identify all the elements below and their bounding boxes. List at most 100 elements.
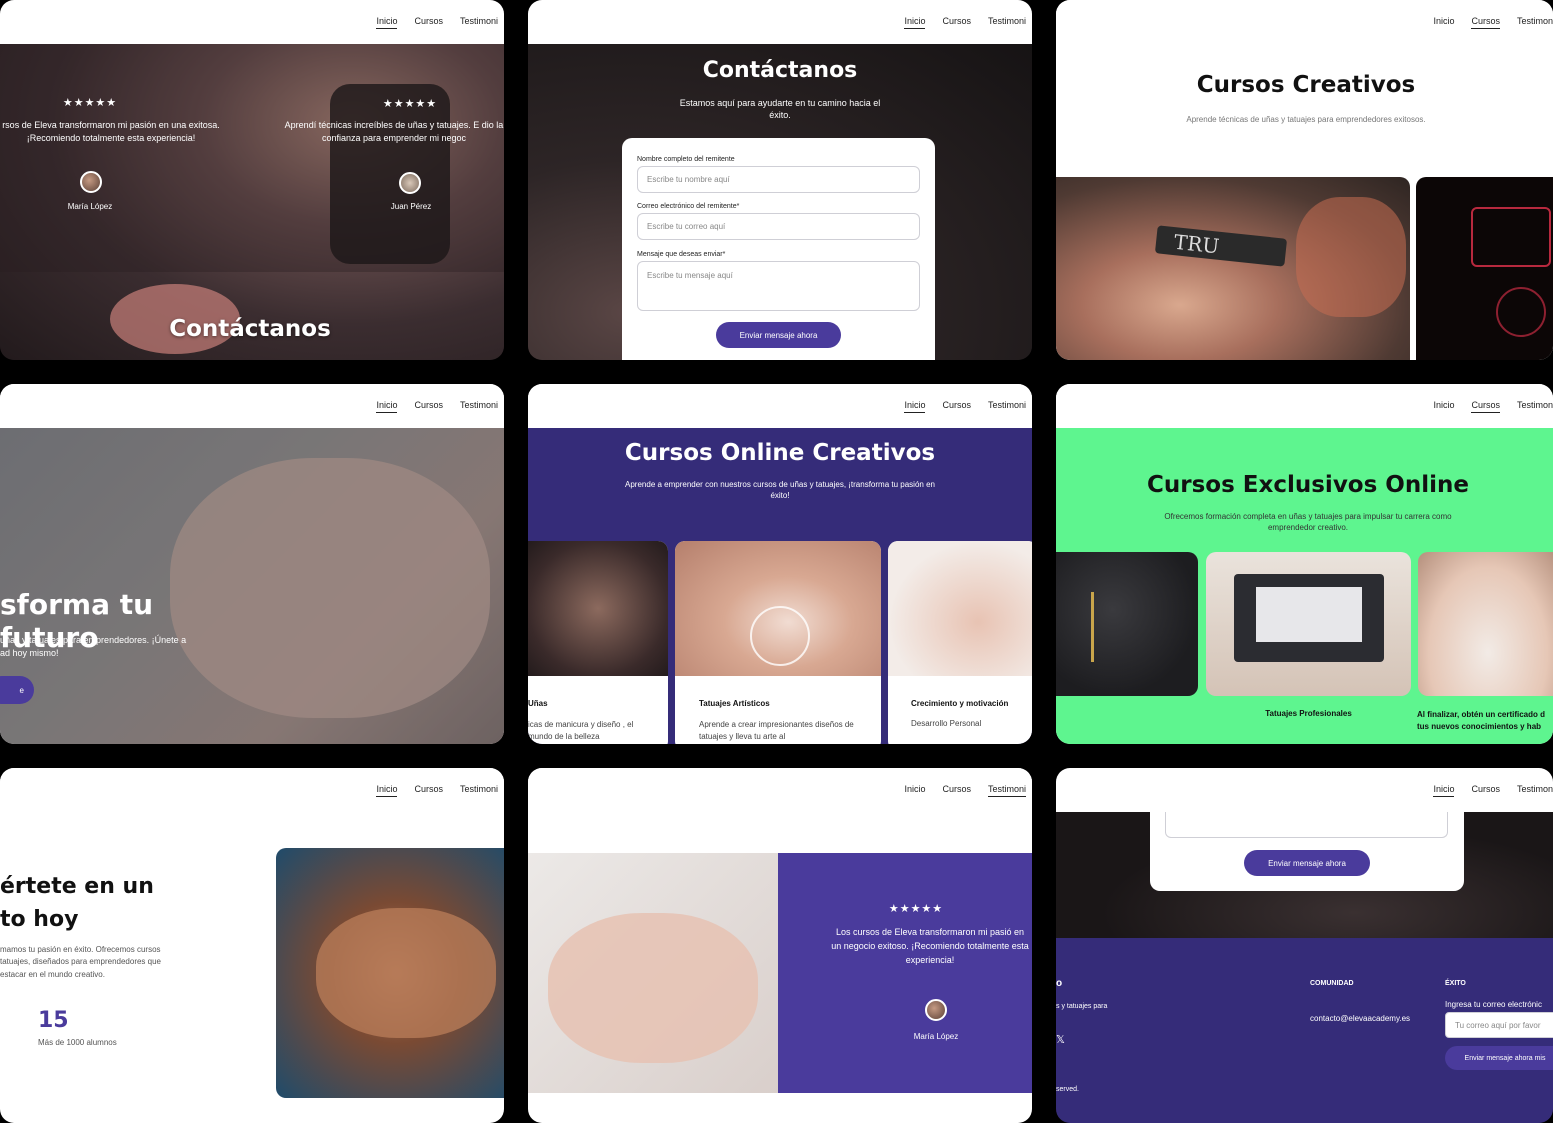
hero-subtitle: uñas y tatuajes para emprendedores. ¡Úne… [0, 635, 187, 659]
rating-stars-1: ★★★★★ [62, 97, 118, 109]
contact-form-card: Nombre completo del remitente Escribe tu… [622, 138, 935, 360]
message-field-label: Mensaje que deseas enviar* [637, 251, 726, 258]
panel-footer: Inicio Cursos Testimoni Enviar mensaje a… [1056, 768, 1553, 1123]
rating-stars: ★★★★★ [888, 903, 944, 915]
nav-testimonios[interactable]: Testimoni [460, 16, 498, 29]
nav-inicio[interactable]: Inicio [1433, 784, 1455, 797]
about-title-line2: to hoy [0, 907, 79, 932]
about-title-line1: értete en un [0, 874, 154, 899]
top-nav: Inicio Cursos Testimoni [1056, 384, 1553, 428]
footer-brand: o [1056, 978, 1063, 989]
footer-email-link[interactable]: contacto@elevaacademy.es [1310, 1014, 1410, 1023]
x-social-icon[interactable]: 𝕏 [1056, 1033, 1065, 1046]
nail-polish-photo [528, 541, 668, 676]
top-nav: Inicio Cursos Testimoni [0, 0, 504, 44]
course-card-unas[interactable]: Uñas icas de manicura y diseño , el mund… [528, 541, 668, 744]
section-title: Cursos Creativos [1196, 72, 1416, 98]
nav-inicio[interactable]: Inicio [376, 400, 398, 413]
nav-inicio[interactable]: Inicio [376, 16, 398, 29]
panel-cursos-exclusivos: Inicio Cursos Testimoni Cursos Exclusivo… [1056, 384, 1553, 744]
testimonial-name-1: María López [67, 202, 113, 211]
testimonial-name-2: Juan Pérez [390, 202, 432, 211]
nav-testimonios[interactable]: Testimoni [1517, 400, 1553, 413]
nav-testimonios[interactable]: Testimoni [988, 16, 1026, 29]
nav-inicio[interactable]: Inicio [1433, 16, 1454, 29]
nav-cursos[interactable]: Cursos [942, 784, 971, 797]
avatar-maria [80, 171, 102, 193]
submit-button[interactable]: Enviar mensaje ahora [716, 322, 841, 348]
nav-inicio[interactable]: Inicio [376, 784, 398, 797]
course-card-tatuajes[interactable]: Tatuajes Artísticos Aprende a crear impr… [675, 541, 881, 744]
section-title: Cursos Exclusivos Online [1147, 472, 1469, 498]
email-field-label: Correo electrónico del remitente* [637, 203, 740, 210]
hand-manicure-photo [888, 541, 1032, 676]
card-title: Uñas [528, 699, 548, 708]
nav-cursos[interactable]: Cursos [1471, 400, 1500, 413]
name-input[interactable]: Escribe tu nombre aquí [637, 166, 920, 193]
nav-inicio[interactable]: Inicio [1433, 400, 1454, 413]
nav-testimonios[interactable]: Testimoni [460, 784, 498, 797]
panel-testimonial-purple: Inicio Cursos Testimoni ★★★★★ Los cursos… [528, 768, 1032, 1123]
card-title-certificado: Al finalizar, obtén un certificado d tus… [1417, 710, 1546, 731]
nav-inicio[interactable]: Inicio [904, 400, 926, 413]
stat-label: Más de 1000 alumnos [38, 1038, 117, 1047]
footer-community-heading: COMUNIDAD [1310, 980, 1354, 987]
nav-inicio[interactable]: Inicio [904, 16, 926, 29]
nail-art-hands-photo [0, 428, 504, 744]
top-nav: Inicio Cursos Testimoni [0, 384, 504, 428]
nav-cursos[interactable]: Cursos [1471, 16, 1500, 29]
panel-cursos-creativos: Inicio Cursos Testimoni Cursos Creativos… [1056, 0, 1553, 360]
nav-cursos[interactable]: Cursos [414, 16, 443, 29]
nav-cursos[interactable]: Cursos [414, 784, 443, 797]
message-textarea[interactable] [1165, 812, 1448, 838]
card-description: Desarrollo Personal [911, 719, 982, 728]
barber-photo: TRU [1056, 177, 1410, 360]
nail-lamp-photo [1418, 552, 1553, 696]
section-title: Cursos Online Creativos [624, 440, 936, 466]
card-description: icas de manicura y diseño , el mundo de … [528, 720, 634, 741]
nav-testimonios[interactable]: Testimoni [987, 784, 1026, 797]
card-title: Crecimiento y motivación [911, 699, 1009, 708]
panel-hero-transforma: Inicio Cursos Testimoni sforma tu futuro… [0, 384, 504, 744]
email-input[interactable]: Escribe tu correo aquí [637, 213, 920, 240]
neon-sign-photo [1416, 177, 1553, 360]
manicured-hands-photo [276, 848, 504, 1098]
testimonial-bg [778, 853, 1032, 1093]
top-nav: Inicio Cursos Testimoni [528, 768, 1032, 812]
footer-rights: served. [1056, 1086, 1079, 1093]
newsletter-email-input[interactable]: Tu correo aquí por favor [1445, 1012, 1553, 1038]
course-card-crecimiento[interactable]: Crecimiento y motivación Desarrollo Pers… [888, 541, 1032, 744]
submit-button[interactable]: Enviar mensaje ahora [1244, 850, 1370, 876]
nav-testimonios[interactable]: Testimoni [988, 400, 1026, 413]
nav-cursos[interactable]: Cursos [414, 400, 443, 413]
about-text: mamos tu pasión en éxito. Ofrecemos curs… [0, 945, 161, 979]
footer-about: s y tatuajes para [1056, 1003, 1108, 1010]
razor-engraving: TRU [1172, 229, 1221, 259]
nav-inicio[interactable]: Inicio [904, 784, 925, 797]
card-title: Tatuajes Artísticos [699, 699, 770, 708]
panel-cursos-online: Inicio Cursos Testimoni Cursos Online Cr… [528, 384, 1032, 744]
nav-cursos[interactable]: Cursos [1471, 784, 1500, 797]
avatar-juan [399, 172, 421, 194]
section-subtitle: Aprende a emprender con nuestros cursos … [625, 480, 935, 500]
message-textarea[interactable]: Escribe tu mensaje aquí [637, 261, 920, 311]
top-nav: Inicio Cursos Testimoni [1056, 768, 1553, 812]
nav-testimonios[interactable]: Testimoni [1517, 784, 1553, 797]
section-subtitle: Ofrecemos formación completa en uñas y t… [1164, 512, 1452, 532]
testimonial-name: María López [913, 1032, 959, 1041]
card-title-tatuajes: Tatuajes Profesionales [1265, 709, 1352, 718]
section-subtitle: Aprende técnicas de uñas y tatuajes para… [1186, 115, 1426, 124]
newsletter-label: Ingresa tu correo electrónic [1445, 1000, 1542, 1009]
manicure-tools-photo [675, 541, 881, 676]
top-nav: Inicio Cursos Testimoni [0, 768, 504, 812]
testimonial-quote: Los cursos de Eleva transformaron mi pas… [831, 927, 1029, 965]
name-field-label: Nombre completo del remitente [637, 156, 735, 163]
newsletter-submit-button[interactable]: Enviar mensaje ahora mis [1445, 1046, 1553, 1070]
nav-cursos[interactable]: Cursos [942, 400, 971, 413]
panel-testimonials-dark: Inicio Cursos Testimoni ★★★★★ rsos de El… [0, 0, 504, 360]
page-subtitle: Estamos aquí para ayudarte en tu camino … [679, 98, 881, 121]
hero-cta-button[interactable]: e [0, 676, 34, 704]
nav-cursos[interactable]: Cursos [942, 16, 971, 29]
nav-testimonios[interactable]: Testimoni [460, 400, 498, 413]
nav-testimonios[interactable]: Testimoni [1517, 16, 1553, 29]
